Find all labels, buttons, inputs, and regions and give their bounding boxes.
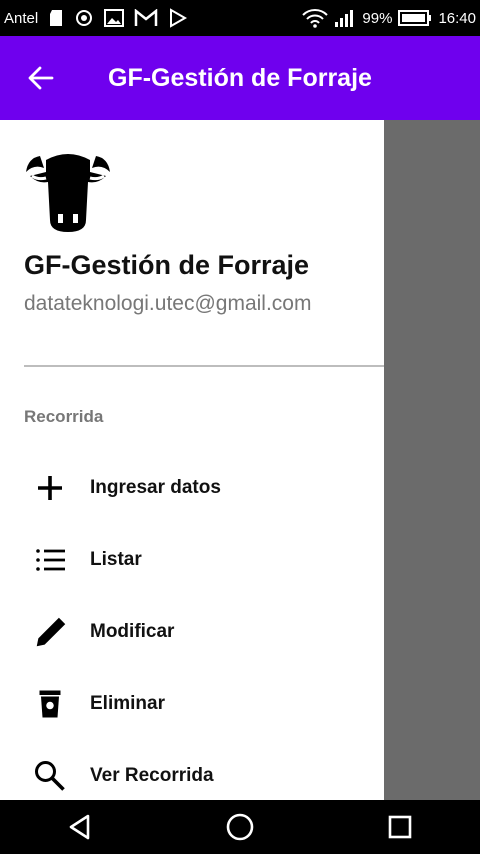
drawer-item-label: Ver Recorrida [90,765,214,786]
signal-icon [334,8,356,28]
hotspot-icon [74,8,94,28]
pencil-icon [0,613,90,651]
trash-icon [0,686,90,722]
nav-back-button[interactable] [50,800,110,854]
drawer-section-label: Recorrida [24,407,104,426]
nav-recents-button[interactable] [370,800,430,854]
triangle-back-icon [69,814,90,840]
drawer-item-ingresar-datos[interactable]: Ingresar datos [0,452,384,524]
drawer-header-email: datateknologi.utec@gmail.com [24,292,312,315]
drawer-item-modificar[interactable]: Modificar [0,596,384,668]
plus-icon [0,470,90,506]
drawer-item-ver-recorrida[interactable]: Ver Recorrida [0,740,384,800]
drawer-item-eliminar[interactable]: Eliminar [0,668,384,740]
nav-home-button[interactable] [210,800,270,854]
drawer-scrim[interactable] [384,120,480,800]
arrow-back-icon [28,66,54,90]
status-bar: Antel 99% 16:40 [0,0,480,36]
navigation-drawer: GF-Gestión de Forraje datateknologi.utec… [0,120,384,800]
circle-home-icon [226,813,254,841]
play-store-icon [168,8,188,28]
app-bar-title: GF-Gestión de Forraje [108,63,372,92]
image-icon [104,9,125,27]
battery-percent: 99% [362,9,393,27]
drawer-header-title: GF-Gestión de Forraje [24,250,310,280]
square-recents-icon [388,815,412,839]
drawer-item-label: Ingresar datos [90,477,221,498]
sd-card-icon [48,9,64,27]
back-button[interactable] [0,36,82,120]
search-icon [0,758,90,794]
wifi-icon [302,8,329,28]
battery-icon [398,9,432,27]
system-nav-bar [0,800,480,854]
drawer-item-label: Eliminar [90,693,165,714]
gmail-icon [134,9,158,27]
drawer-item-listar[interactable]: Listar [0,524,384,596]
cow-logo-icon [24,150,112,239]
drawer-item-label: Listar [90,549,142,570]
drawer-item-label: Modificar [90,621,175,642]
drawer-divider [24,365,384,367]
clock: 16:40 [438,9,476,27]
list-icon [0,542,90,578]
app-bar: GF-Gestión de Forraje [0,36,480,120]
carrier-label: Antel [4,9,39,27]
